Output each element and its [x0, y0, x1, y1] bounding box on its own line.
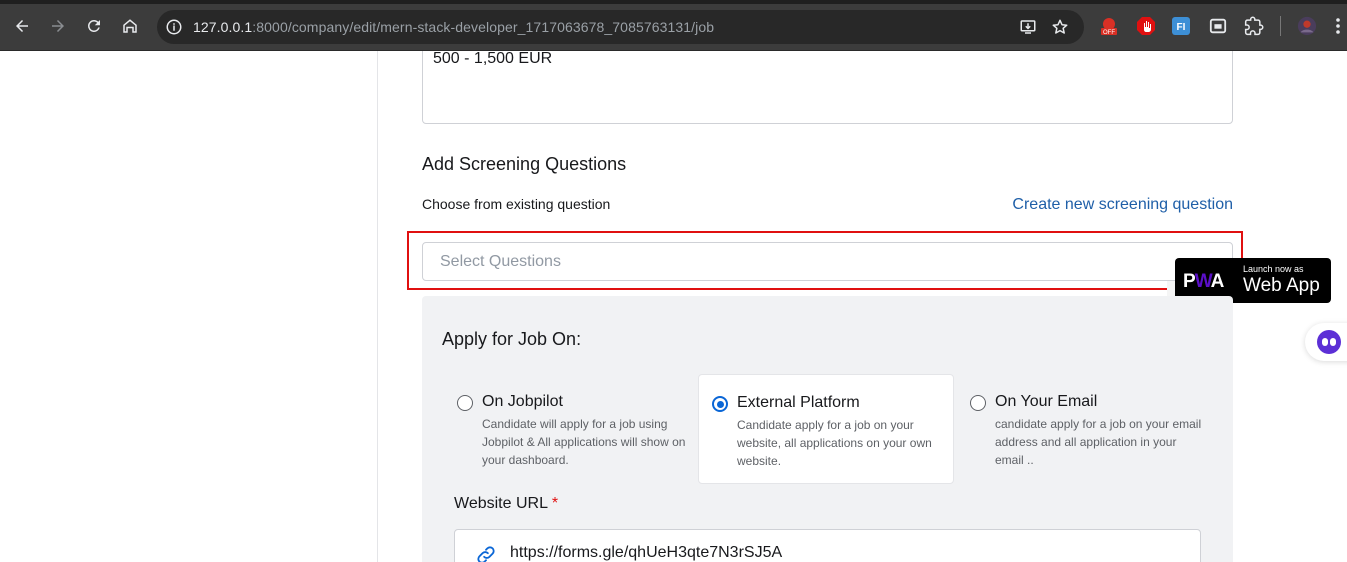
- option-description: candidate apply for a job on your email …: [995, 417, 1202, 467]
- forward-icon[interactable]: [46, 14, 70, 38]
- link-icon: [477, 546, 495, 562]
- website-url-value: https://forms.gle/qhUeH3qte7N3rSJ5A: [510, 544, 783, 561]
- ext-off-label: OFF: [1103, 30, 1115, 36]
- option-external-platform[interactable]: External Platform Candidate apply for a …: [698, 374, 954, 484]
- extension-adblock-icon[interactable]: [1136, 16, 1156, 36]
- radio-on-your-email[interactable]: [970, 395, 986, 411]
- pwa-logo-a: A: [1210, 271, 1225, 292]
- website-url-input[interactable]: https://forms.gle/qhUeH3qte7N3rSJ5A: [454, 529, 1201, 562]
- reload-icon[interactable]: [82, 14, 106, 38]
- back-icon[interactable]: [10, 14, 34, 38]
- option-on-jobpilot[interactable]: On Jobpilot Candidate will apply for a j…: [444, 374, 700, 484]
- pwa-small-text: Launch now as: [1243, 264, 1304, 274]
- extension-fi-icon[interactable]: FI: [1171, 16, 1191, 36]
- bookmark-star-icon[interactable]: [1051, 18, 1069, 36]
- required-mark: *: [551, 495, 559, 512]
- sidebar-divider: [377, 51, 378, 562]
- menu-kebab-icon[interactable]: [1328, 16, 1347, 36]
- option-description: Candidate will apply for a job using Job…: [482, 417, 686, 467]
- option-description: Candidate apply for a job on your websit…: [737, 418, 932, 468]
- url-path: :8000/company/edit/mern-stack-developer_…: [252, 19, 715, 35]
- toolbar-separator: [1280, 16, 1281, 36]
- tab-strip: [0, 0, 1347, 4]
- choose-existing-label: Choose from existing question: [422, 196, 611, 212]
- salary-field[interactable]: 500 - 1,500 EUR: [422, 51, 1233, 124]
- option-on-your-email[interactable]: On Your Email candidate apply for a job …: [957, 374, 1213, 484]
- option-title: External Platform: [737, 394, 860, 411]
- extensions-puzzle-icon[interactable]: [1244, 16, 1264, 36]
- highlight-box: [407, 231, 1243, 290]
- option-title: On Your Email: [995, 393, 1098, 410]
- ext-fi-label: FI: [1177, 22, 1186, 33]
- url-text: 127.0.0.1:8000/company/edit/mern-stack-d…: [193, 19, 714, 35]
- radio-external-platform[interactable]: [712, 396, 728, 412]
- radio-on-jobpilot[interactable]: [457, 395, 473, 411]
- option-title: On Jobpilot: [482, 393, 563, 410]
- chat-bot-button[interactable]: [1305, 323, 1347, 361]
- extension-window-icon[interactable]: [1208, 16, 1228, 36]
- url-host: 127.0.0.1: [193, 19, 253, 35]
- profile-avatar[interactable]: [1297, 16, 1317, 36]
- create-screening-question-link[interactable]: Create new screening question: [1012, 196, 1233, 214]
- pwa-logo: PWA: [1183, 271, 1225, 293]
- chat-bot-icon: [1317, 330, 1341, 354]
- website-url-label: Website URL *: [454, 495, 558, 513]
- pwa-big-text: Web App: [1243, 275, 1320, 296]
- salary-value: 500 - 1,500 EUR: [433, 51, 553, 67]
- site-info-icon[interactable]: [165, 18, 183, 36]
- address-bar[interactable]: 127.0.0.1:8000/company/edit/mern-stack-d…: [157, 10, 1084, 44]
- website-url-label-text: Website URL: [454, 495, 548, 512]
- extension-off-icon[interactable]: OFF: [1099, 16, 1119, 36]
- apply-for-job-panel: Apply for Job On: On Jobpilot Candidate …: [422, 296, 1233, 562]
- pwa-logo-p: P: [1183, 271, 1196, 292]
- install-icon[interactable]: [1019, 18, 1037, 36]
- home-icon[interactable]: [118, 14, 142, 38]
- page-content: 500 - 1,500 EUR Add Screening Questions …: [0, 51, 1347, 562]
- screening-section-title: Add Screening Questions: [422, 154, 627, 174]
- apply-title: Apply for Job On:: [442, 329, 582, 349]
- pwa-logo-w: W: [1194, 271, 1212, 292]
- browser-toolbar: 127.0.0.1:8000/company/edit/mern-stack-d…: [0, 0, 1347, 51]
